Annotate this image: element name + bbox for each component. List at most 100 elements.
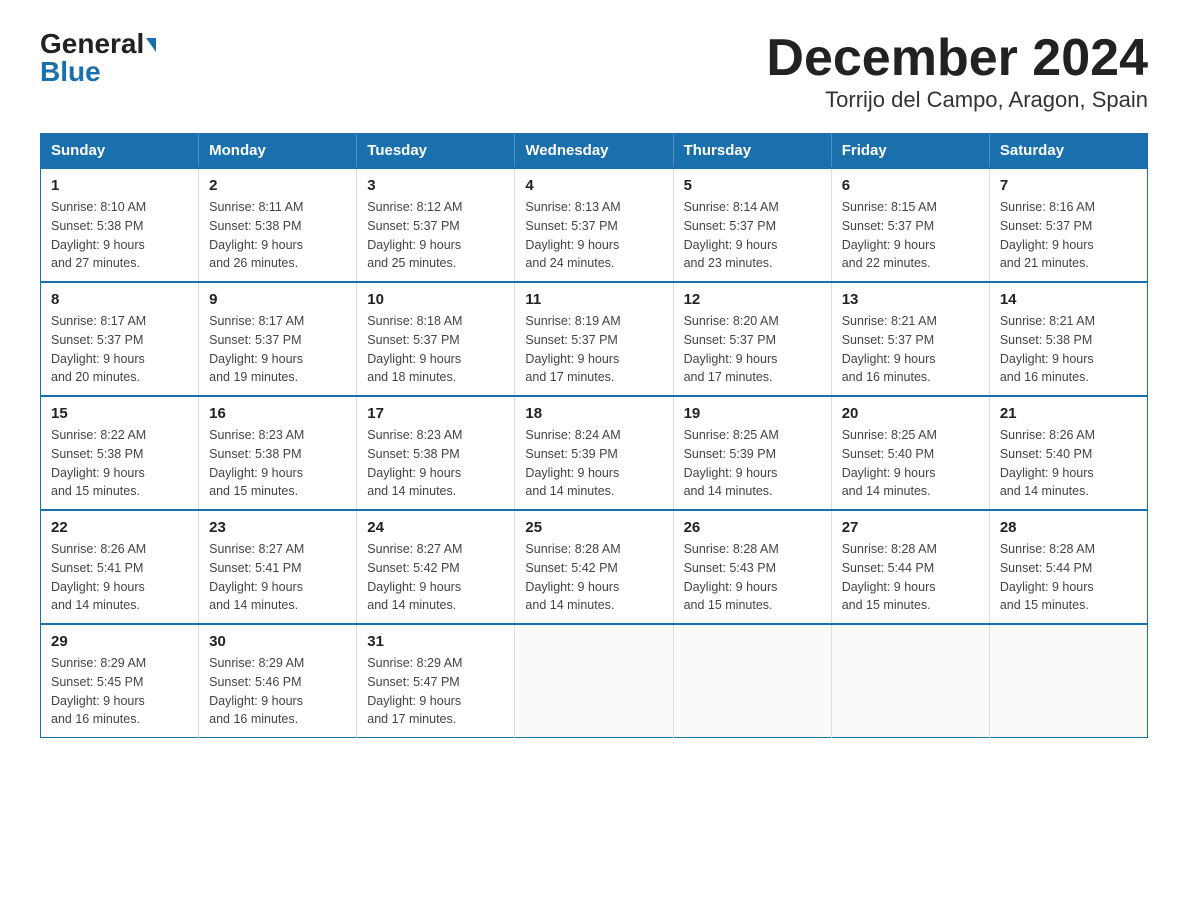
- calendar-cell-w5-d1: 29 Sunrise: 8:29 AMSunset: 5:45 PMDayligh…: [41, 624, 199, 738]
- day-number-5: 5: [684, 177, 821, 194]
- calendar-cell-w2-d4: 11 Sunrise: 8:19 AMSunset: 5:37 PMDayligh…: [515, 282, 673, 396]
- header-friday: Friday: [831, 134, 989, 169]
- day-info-13: Sunrise: 8:21 AMSunset: 5:37 PMDaylight:…: [842, 312, 979, 387]
- calendar-cell-w1-d5: 5 Sunrise: 8:14 AMSunset: 5:37 PMDaylight…: [673, 168, 831, 282]
- calendar-cell-w3-d6: 20Sunrise: 8:25 AMSunset: 5:40 PMDayligh…: [831, 396, 989, 510]
- day-number-2: 2: [209, 177, 346, 194]
- day-info-16: Sunrise: 8:23 AMSunset: 5:38 PMDaylight:…: [209, 426, 346, 501]
- day-info-27: Sunrise: 8:28 AMSunset: 5:44 PMDaylight:…: [842, 540, 979, 615]
- day-number-14: 14: [1000, 291, 1137, 308]
- logo-general-text: General: [40, 28, 144, 59]
- week-row-4: 22 Sunrise: 8:26 AMSunset: 5:41 PMDayligh…: [41, 510, 1148, 624]
- day-number-29: 29: [51, 633, 188, 650]
- day-info-19: Sunrise: 8:25 AMSunset: 5:39 PMDaylight:…: [684, 426, 821, 501]
- header-tuesday: Tuesday: [357, 134, 515, 169]
- header-sunday: Sunday: [41, 134, 199, 169]
- day-info-5: Sunrise: 8:14 AMSunset: 5:37 PMDaylight:…: [684, 198, 821, 273]
- title-section: December 2024 Torrijo del Campo, Aragon,…: [766, 30, 1148, 113]
- calendar-cell-w1-d2: 2 Sunrise: 8:11 AMSunset: 5:38 PMDaylight…: [199, 168, 357, 282]
- calendar-cell-w5-d7: [989, 624, 1147, 738]
- day-info-17: Sunrise: 8:23 AMSunset: 5:38 PMDaylight:…: [367, 426, 504, 501]
- logo: General Blue: [40, 30, 156, 86]
- logo-triangle-icon: [146, 38, 156, 52]
- day-number-25: 25: [525, 519, 662, 536]
- day-number-9: 9: [209, 291, 346, 308]
- week-row-2: 8 Sunrise: 8:17 AMSunset: 5:37 PMDaylight…: [41, 282, 1148, 396]
- day-number-28: 28: [1000, 519, 1137, 536]
- day-info-7: Sunrise: 8:16 AMSunset: 5:37 PMDaylight:…: [1000, 198, 1137, 273]
- calendar-cell-w2-d5: 12Sunrise: 8:20 AMSunset: 5:37 PMDayligh…: [673, 282, 831, 396]
- day-info-1: Sunrise: 8:10 AMSunset: 5:38 PMDaylight:…: [51, 198, 188, 273]
- calendar-cell-w3-d5: 19 Sunrise: 8:25 AMSunset: 5:39 PMDayligh…: [673, 396, 831, 510]
- calendar-cell-w3-d2: 16 Sunrise: 8:23 AMSunset: 5:38 PMDayligh…: [199, 396, 357, 510]
- day-info-22: Sunrise: 8:26 AMSunset: 5:41 PMDaylight:…: [51, 540, 188, 615]
- calendar-cell-w2-d2: 9Sunrise: 8:17 AMSunset: 5:37 PMDaylight…: [199, 282, 357, 396]
- calendar-cell-w3-d3: 17 Sunrise: 8:23 AMSunset: 5:38 PMDayligh…: [357, 396, 515, 510]
- calendar-cell-w4-d3: 24Sunrise: 8:27 AMSunset: 5:42 PMDayligh…: [357, 510, 515, 624]
- logo-general-line: General: [40, 30, 156, 58]
- location-subtitle: Torrijo del Campo, Aragon, Spain: [766, 87, 1148, 113]
- day-info-23: Sunrise: 8:27 AMSunset: 5:41 PMDaylight:…: [209, 540, 346, 615]
- day-info-14: Sunrise: 8:21 AMSunset: 5:38 PMDaylight:…: [1000, 312, 1137, 387]
- week-row-1: 1 Sunrise: 8:10 AMSunset: 5:38 PMDaylight…: [41, 168, 1148, 282]
- day-info-15: Sunrise: 8:22 AMSunset: 5:38 PMDaylight:…: [51, 426, 188, 501]
- day-number-3: 3: [367, 177, 504, 194]
- calendar-cell-w5-d4: [515, 624, 673, 738]
- day-info-11: Sunrise: 8:19 AMSunset: 5:37 PMDaylight:…: [525, 312, 662, 387]
- header-thursday: Thursday: [673, 134, 831, 169]
- day-info-26: Sunrise: 8:28 AMSunset: 5:43 PMDaylight:…: [684, 540, 821, 615]
- day-info-10: Sunrise: 8:18 AMSunset: 5:37 PMDaylight:…: [367, 312, 504, 387]
- day-number-8: 8: [51, 291, 188, 308]
- day-number-7: 7: [1000, 177, 1137, 194]
- calendar-cell-w4-d6: 27Sunrise: 8:28 AMSunset: 5:44 PMDayligh…: [831, 510, 989, 624]
- day-number-16: 16: [209, 405, 346, 422]
- day-number-24: 24: [367, 519, 504, 536]
- calendar-cell-w4-d5: 26Sunrise: 8:28 AMSunset: 5:43 PMDayligh…: [673, 510, 831, 624]
- day-number-19: 19: [684, 405, 821, 422]
- calendar-cell-w4-d7: 28 Sunrise: 8:28 AMSunset: 5:44 PMDayligh…: [989, 510, 1147, 624]
- calendar-title: December 2024: [766, 30, 1148, 87]
- calendar-header: Sunday Monday Tuesday Wednesday Thursday…: [41, 134, 1148, 169]
- calendar-cell-w3-d1: 15 Sunrise: 8:22 AMSunset: 5:38 PMDayligh…: [41, 396, 199, 510]
- day-info-25: Sunrise: 8:28 AMSunset: 5:42 PMDaylight:…: [525, 540, 662, 615]
- day-info-30: Sunrise: 8:29 AMSunset: 5:46 PMDaylight:…: [209, 654, 346, 729]
- day-info-28: Sunrise: 8:28 AMSunset: 5:44 PMDaylight:…: [1000, 540, 1137, 615]
- week-row-5: 29 Sunrise: 8:29 AMSunset: 5:45 PMDayligh…: [41, 624, 1148, 738]
- logo-blue-text: Blue: [40, 56, 101, 87]
- calendar-cell-w4-d4: 25 Sunrise: 8:28 AMSunset: 5:42 PMDayligh…: [515, 510, 673, 624]
- day-number-12: 12: [684, 291, 821, 308]
- calendar-body: 1 Sunrise: 8:10 AMSunset: 5:38 PMDaylight…: [41, 168, 1148, 738]
- calendar-cell-w5-d2: 30 Sunrise: 8:29 AMSunset: 5:46 PMDayligh…: [199, 624, 357, 738]
- day-number-11: 11: [525, 291, 662, 308]
- day-number-20: 20: [842, 405, 979, 422]
- day-info-4: Sunrise: 8:13 AMSunset: 5:37 PMDaylight:…: [525, 198, 662, 273]
- day-number-4: 4: [525, 177, 662, 194]
- day-info-3: Sunrise: 8:12 AMSunset: 5:37 PMDaylight:…: [367, 198, 504, 273]
- calendar-cell-w1-d6: 6Sunrise: 8:15 AMSunset: 5:37 PMDaylight…: [831, 168, 989, 282]
- day-number-23: 23: [209, 519, 346, 536]
- day-number-13: 13: [842, 291, 979, 308]
- header-wednesday: Wednesday: [515, 134, 673, 169]
- calendar-table: Sunday Monday Tuesday Wednesday Thursday…: [40, 133, 1148, 738]
- day-number-17: 17: [367, 405, 504, 422]
- calendar-cell-w4-d2: 23 Sunrise: 8:27 AMSunset: 5:41 PMDayligh…: [199, 510, 357, 624]
- calendar-cell-w2-d6: 13 Sunrise: 8:21 AMSunset: 5:37 PMDayligh…: [831, 282, 989, 396]
- week-row-3: 15 Sunrise: 8:22 AMSunset: 5:38 PMDayligh…: [41, 396, 1148, 510]
- day-number-30: 30: [209, 633, 346, 650]
- day-info-21: Sunrise: 8:26 AMSunset: 5:40 PMDaylight:…: [1000, 426, 1137, 501]
- day-info-6: Sunrise: 8:15 AMSunset: 5:37 PMDaylight:…: [842, 198, 979, 273]
- calendar-cell-w5-d5: [673, 624, 831, 738]
- day-number-31: 31: [367, 633, 504, 650]
- day-info-29: Sunrise: 8:29 AMSunset: 5:45 PMDaylight:…: [51, 654, 188, 729]
- calendar-cell-w1-d4: 4 Sunrise: 8:13 AMSunset: 5:37 PMDaylight…: [515, 168, 673, 282]
- day-info-31: Sunrise: 8:29 AMSunset: 5:47 PMDaylight:…: [367, 654, 504, 729]
- day-info-2: Sunrise: 8:11 AMSunset: 5:38 PMDaylight:…: [209, 198, 346, 273]
- day-number-15: 15: [51, 405, 188, 422]
- calendar-cell-w1-d7: 7 Sunrise: 8:16 AMSunset: 5:37 PMDaylight…: [989, 168, 1147, 282]
- day-number-1: 1: [51, 177, 188, 194]
- day-number-22: 22: [51, 519, 188, 536]
- day-number-18: 18: [525, 405, 662, 422]
- day-number-10: 10: [367, 291, 504, 308]
- day-info-18: Sunrise: 8:24 AMSunset: 5:39 PMDaylight:…: [525, 426, 662, 501]
- day-info-8: Sunrise: 8:17 AMSunset: 5:37 PMDaylight:…: [51, 312, 188, 387]
